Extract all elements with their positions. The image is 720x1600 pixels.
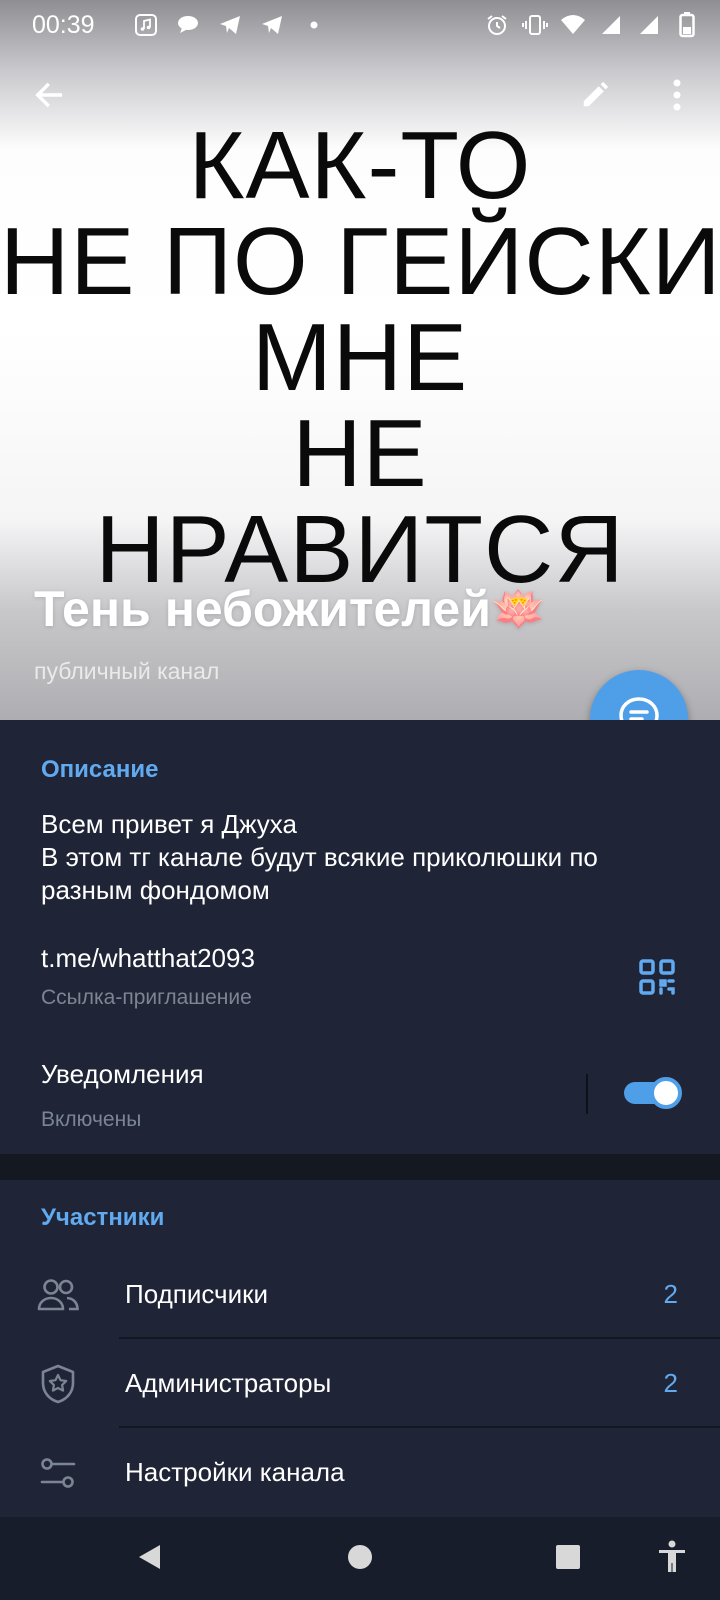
channel-settings-row[interactable]: Настройки канала	[0, 1429, 720, 1517]
administrators-row[interactable]: Администраторы 2	[0, 1340, 720, 1428]
back-button[interactable]	[24, 72, 74, 122]
vibrate-icon	[522, 12, 548, 38]
channel-type: публичный канал	[34, 658, 220, 684]
more-options-button[interactable]	[652, 72, 702, 122]
toggle-knob	[650, 1077, 682, 1109]
qr-code-icon	[639, 958, 675, 1000]
members-section: Участники Подписчики 2 Администраторы 2	[0, 1180, 720, 1517]
recents-square-icon	[554, 1543, 582, 1576]
nav-back-button[interactable]	[128, 1537, 172, 1581]
telegram-icon	[259, 12, 285, 38]
home-circle-icon	[346, 1543, 374, 1576]
cover-caption-line: КАК-ТО	[188, 112, 532, 219]
divider	[119, 1337, 720, 1339]
channel-title: Тень небожителей 🪷	[34, 580, 546, 638]
administrators-label: Администраторы	[125, 1368, 332, 1398]
invite-link[interactable]: t.me/whatthat2093	[41, 943, 255, 974]
nav-accessibility-button[interactable]	[650, 1537, 694, 1581]
cover-caption-line: НЕ ПО ГЕЙСКИ,	[0, 208, 720, 315]
section-gap	[0, 1154, 720, 1180]
alarm-icon	[484, 12, 510, 38]
status-bar: 00:39	[0, 0, 720, 50]
channel-name: Тень небожителей	[34, 581, 491, 637]
dot-icon	[301, 12, 327, 38]
subscribers-label: Подписчики	[125, 1279, 269, 1309]
status-time: 00:39	[32, 10, 95, 39]
battery-icon	[674, 12, 700, 38]
channel-description: Всем привет я Джуха В этом тг канале буд…	[41, 809, 598, 905]
subscribers-row[interactable]: Подписчики 2	[0, 1251, 720, 1339]
wifi-icon	[560, 12, 586, 38]
people-icon	[36, 1273, 80, 1317]
description-heading: Описание	[41, 756, 159, 783]
signal-icon	[598, 12, 624, 38]
accessibility-icon	[657, 1540, 687, 1579]
system-navigation-bar	[0, 1517, 720, 1600]
cover-caption-line: МНЕ	[251, 304, 469, 411]
notifications-toggle[interactable]	[624, 1074, 684, 1110]
dots-vertical-icon	[672, 78, 682, 117]
telegram-icon	[217, 12, 243, 38]
nav-recents-button[interactable]	[546, 1537, 590, 1581]
channel-settings-label: Настройки канала	[125, 1457, 345, 1487]
notifications-status: Включены	[41, 1108, 142, 1131]
back-triangle-icon	[135, 1542, 165, 1577]
edit-button[interactable]	[570, 72, 620, 122]
divider	[586, 1074, 588, 1114]
qr-code-button[interactable]	[636, 958, 678, 1000]
lotus-emoji: 🪷	[490, 585, 546, 634]
administrators-count: 2	[663, 1368, 678, 1398]
nav-home-button[interactable]	[338, 1537, 382, 1581]
signal-icon	[636, 12, 662, 38]
notifications-label[interactable]: Уведомления	[41, 1059, 204, 1090]
divider	[119, 1426, 720, 1428]
sliders-icon	[36, 1451, 80, 1495]
pencil-icon	[580, 80, 610, 115]
cover-caption-line: НЕ	[292, 400, 428, 507]
chat-bubble-icon	[175, 12, 201, 38]
cover-caption: КАК-ТО НЕ ПО ГЕЙСКИ, МНЕ НЕ НРАВИТСЯ	[0, 118, 720, 598]
subscribers-count: 2	[663, 1279, 678, 1309]
invite-link-caption: Ссылка-приглашение	[41, 986, 252, 1009]
shield-star-icon	[36, 1362, 80, 1406]
music-app-icon	[133, 12, 159, 38]
members-heading: Участники	[41, 1204, 165, 1231]
arrow-left-icon	[32, 78, 66, 117]
